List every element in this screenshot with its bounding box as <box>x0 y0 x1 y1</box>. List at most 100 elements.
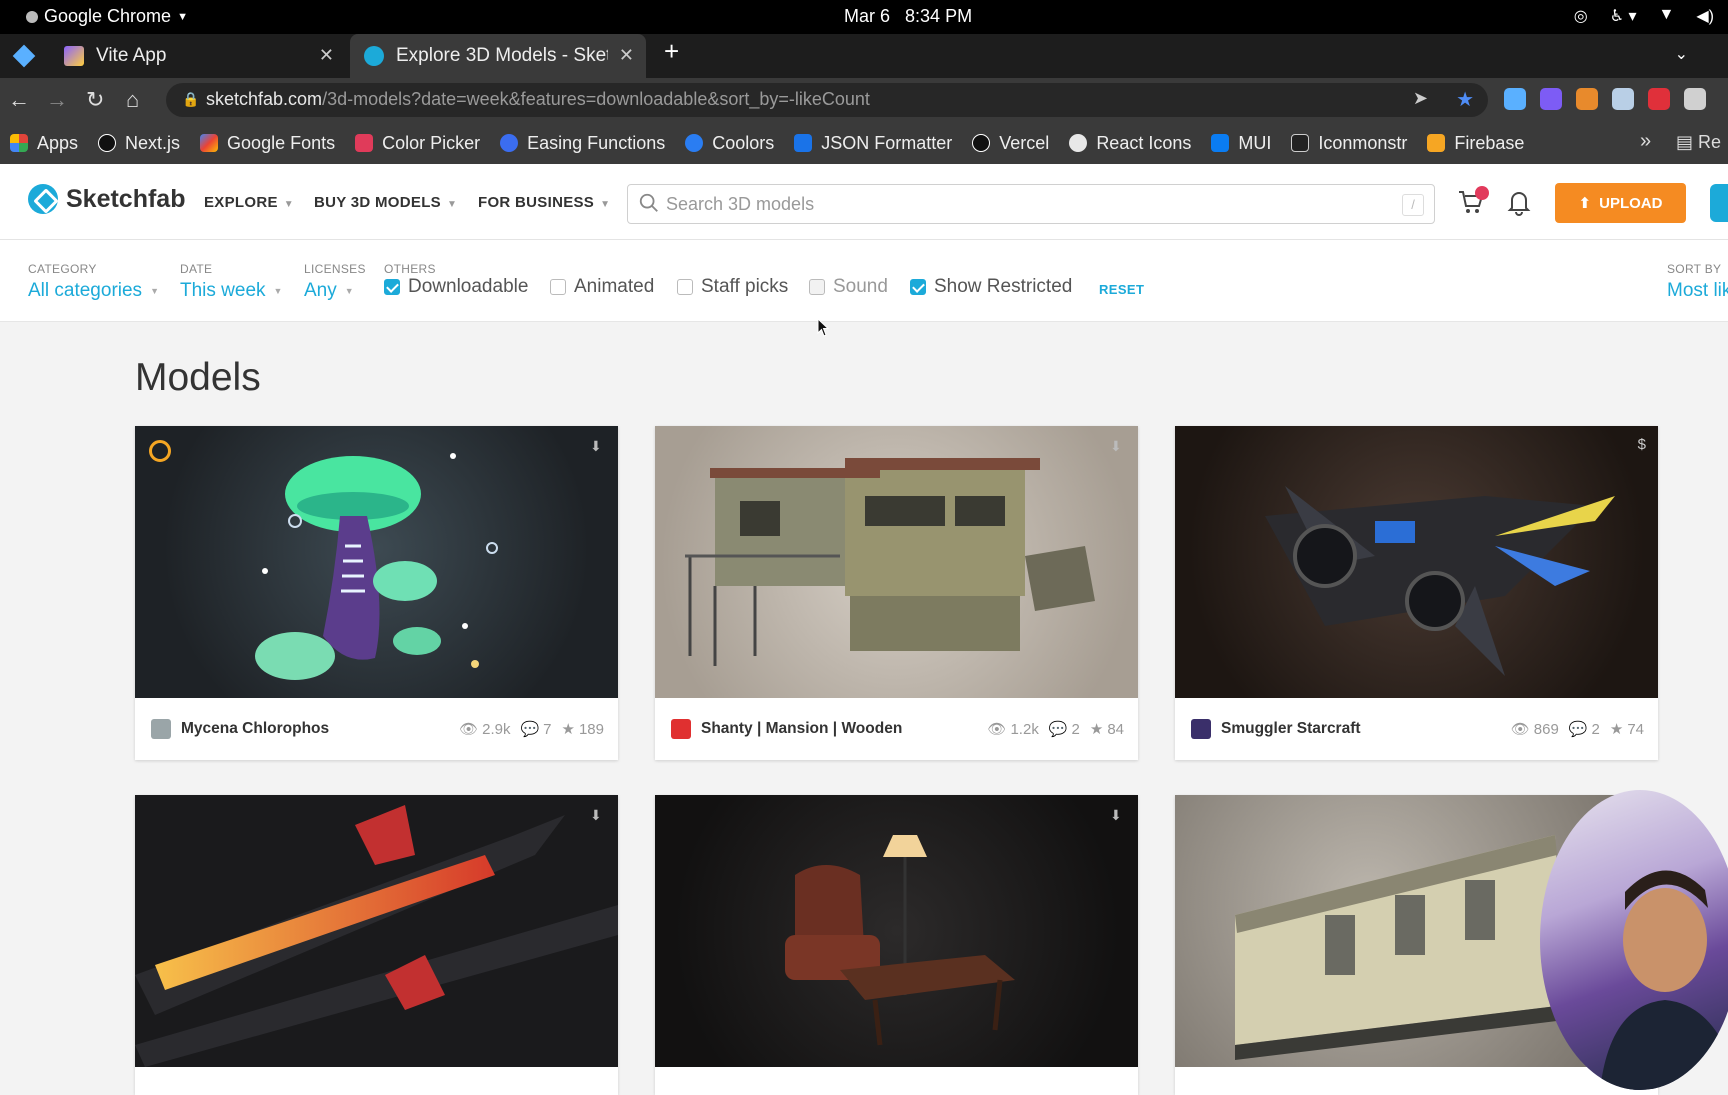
blades-illustration <box>135 805 618 1067</box>
accessibility-icon[interactable]: ♿ ▾ <box>1610 6 1637 26</box>
bookmark-google-fonts[interactable]: Google Fonts <box>200 133 335 154</box>
nav-explore[interactable]: EXPLORE ▼ <box>204 194 294 211</box>
model-card[interactable]: ⬇ <box>655 795 1138 1095</box>
checkbox-staff-picks[interactable]: Staff picks <box>677 276 788 298</box>
mushroom-illustration <box>255 453 498 680</box>
reload-icon[interactable]: ↻ <box>86 87 104 113</box>
model-stats: 👁 869 💬 2 ★ 74 <box>1510 720 1644 739</box>
bookmark-react-icons[interactable]: React Icons <box>1069 133 1191 154</box>
tab-pinned[interactable] <box>0 34 48 78</box>
more-bookmarks-icon[interactable]: » <box>1640 130 1651 153</box>
checkbox-show-restricted[interactable]: Show Restricted <box>910 276 1072 298</box>
avatar[interactable] <box>1710 184 1728 222</box>
send-icon[interactable]: ➤ <box>1413 88 1428 109</box>
bookmark-vercel[interactable]: Vercel <box>972 133 1049 154</box>
bookmark-coolors[interactable]: Coolors <box>685 133 774 154</box>
model-card[interactable]: ⬇ Shanty | Mansion | Wooden 👁 1.2k 💬 2 ★ 84 <box>655 426 1138 760</box>
extension-spark-icon[interactable] <box>1540 88 1562 110</box>
volume-icon[interactable]: ◀) <box>1696 6 1714 26</box>
extension-shield-icon[interactable] <box>1648 88 1670 110</box>
checkbox-checked-icon <box>910 279 926 295</box>
views-count: 👁 869 <box>1510 720 1559 739</box>
gem-icon <box>12 44 36 68</box>
user-avatar[interactable] <box>1191 719 1211 739</box>
download-icon: ⬇ <box>1110 807 1122 823</box>
price-icon: $ <box>1637 436 1646 453</box>
wifi-icon[interactable]: ▼ <box>1659 6 1675 26</box>
extension-gem-icon[interactable] <box>1504 88 1526 110</box>
extensions-puzzle-icon[interactable] <box>1684 88 1706 110</box>
bookmark-color-picker[interactable]: Color Picker <box>355 133 480 154</box>
model-name[interactable]: Mycena Chlorophos <box>181 720 459 738</box>
model-card[interactable]: ⬇ <box>135 795 618 1095</box>
star-icon: ★ <box>1089 721 1104 738</box>
star-icon: ★ <box>561 721 575 738</box>
filter-licenses[interactable]: LICENSES Any ▼ <box>304 262 366 302</box>
checkbox-unchecked-icon <box>550 279 566 295</box>
model-card[interactable]: $ Smuggler Starcraft 👁 869 💬 2 ★ 74 <box>1175 426 1658 760</box>
nav-buy-3d-models[interactable]: BUY 3D MODELS ▼ <box>314 194 457 211</box>
lock-icon[interactable]: 🔒 <box>182 91 199 108</box>
bookmark-easing-functions[interactable]: Easing Functions <box>500 133 665 154</box>
tab-search-icon[interactable]: ⌄ <box>1675 44 1688 64</box>
bookmark-iconmonstr[interactable]: Iconmonstr <box>1291 133 1407 154</box>
close-icon[interactable]: ✕ <box>319 45 334 66</box>
comment-icon: 💬 <box>1568 721 1588 738</box>
starcraft-illustration <box>1265 486 1615 676</box>
checkbox-downloadable[interactable]: Downloadable <box>384 276 528 298</box>
bookmark-nextjs[interactable]: Next.js <box>98 133 180 154</box>
extension-box-icon[interactable] <box>1612 88 1634 110</box>
bookmark-firebase[interactable]: Firebase <box>1427 133 1524 154</box>
easing-icon <box>500 134 519 152</box>
forward-icon[interactable]: → <box>46 87 68 113</box>
nav-for-business[interactable]: FOR BUSINESS ▼ <box>478 194 610 211</box>
back-icon[interactable]: ← <box>8 87 30 113</box>
model-name[interactable]: Smuggler Starcraft <box>1221 720 1511 738</box>
model-thumbnail[interactable]: ⬇ <box>655 795 1138 1067</box>
tab-sketchfab[interactable]: Explore 3D Models - Sketchfab ✕ <box>350 34 646 78</box>
model-thumbnail[interactable]: $ <box>1175 426 1658 698</box>
search-input[interactable] <box>666 185 1366 223</box>
tab-strip: Vite App ✕ Explore 3D Models - Sketchfab… <box>0 34 1728 78</box>
model-thumbnail[interactable]: ⬇ <box>135 426 618 698</box>
model-thumbnail[interactable]: ⬇ <box>135 795 618 1067</box>
chrome-icon <box>26 10 38 23</box>
model-thumbnail[interactable]: ⬇ <box>655 426 1138 698</box>
filter-category[interactable]: CATEGORY All categories ▼ <box>28 262 159 302</box>
likes-count: ★ 189 <box>561 720 604 739</box>
bell-icon[interactable] <box>1505 188 1533 216</box>
bookmark-mui[interactable]: MUI <box>1211 133 1271 154</box>
url-host: sketchfab.com <box>206 89 323 109</box>
app-menu[interactable]: Google Chrome ▼ <box>26 6 188 27</box>
color-picker-icon <box>355 134 374 152</box>
close-icon[interactable]: ✕ <box>619 45 634 66</box>
filter-others-label: OTHERS <box>384 262 436 276</box>
model-name[interactable]: Shanty | Mansion | Wooden <box>701 720 987 738</box>
checkbox-sound: Sound <box>809 276 888 298</box>
bookmark-apps[interactable]: Apps <box>10 133 78 154</box>
reset-button[interactable]: RESET <box>1099 282 1144 297</box>
new-tab-button[interactable]: + <box>664 36 679 67</box>
model-card[interactable]: ⬇ Mycena Chlorophos 👁 2.9k 💬 7 ★ 189 <box>135 426 618 760</box>
home-icon[interactable]: ⌂ <box>126 87 139 113</box>
sort-by[interactable]: SORT BY Most lik <box>1667 262 1728 302</box>
clock[interactable]: Mar 6 8:34 PM <box>844 6 972 27</box>
bookmark-json-formatter[interactable]: JSON Formatter <box>794 133 952 154</box>
reading-list[interactable]: ▤ Re <box>1676 132 1721 153</box>
vercel-icon <box>972 134 991 152</box>
search-box: / <box>627 184 1435 224</box>
chevron-down-icon: ▼ <box>283 199 294 210</box>
bookmark-star-icon[interactable]: ★ <box>1456 87 1474 112</box>
user-avatar[interactable] <box>151 719 171 739</box>
address-bar[interactable]: 🔒 sketchfab.com/3d-models?date=week&feat… <box>166 83 1488 117</box>
user-avatar[interactable] <box>671 719 691 739</box>
tab-vite-app[interactable]: Vite App ✕ <box>50 34 346 78</box>
updates-icon[interactable]: ◎ <box>1574 6 1588 26</box>
model-stats: 👁 2.9k 💬 7 ★ 189 <box>459 720 604 739</box>
checkbox-animated[interactable]: Animated <box>550 276 654 298</box>
filter-date[interactable]: DATE This week ▼ <box>180 262 282 302</box>
upload-button[interactable]: ⬆ UPLOAD <box>1555 183 1686 223</box>
tab-title: Vite App <box>96 45 167 66</box>
sketchfab-logo[interactable]: Sketchfab <box>28 184 185 214</box>
extension-fox-icon[interactable] <box>1576 88 1598 110</box>
